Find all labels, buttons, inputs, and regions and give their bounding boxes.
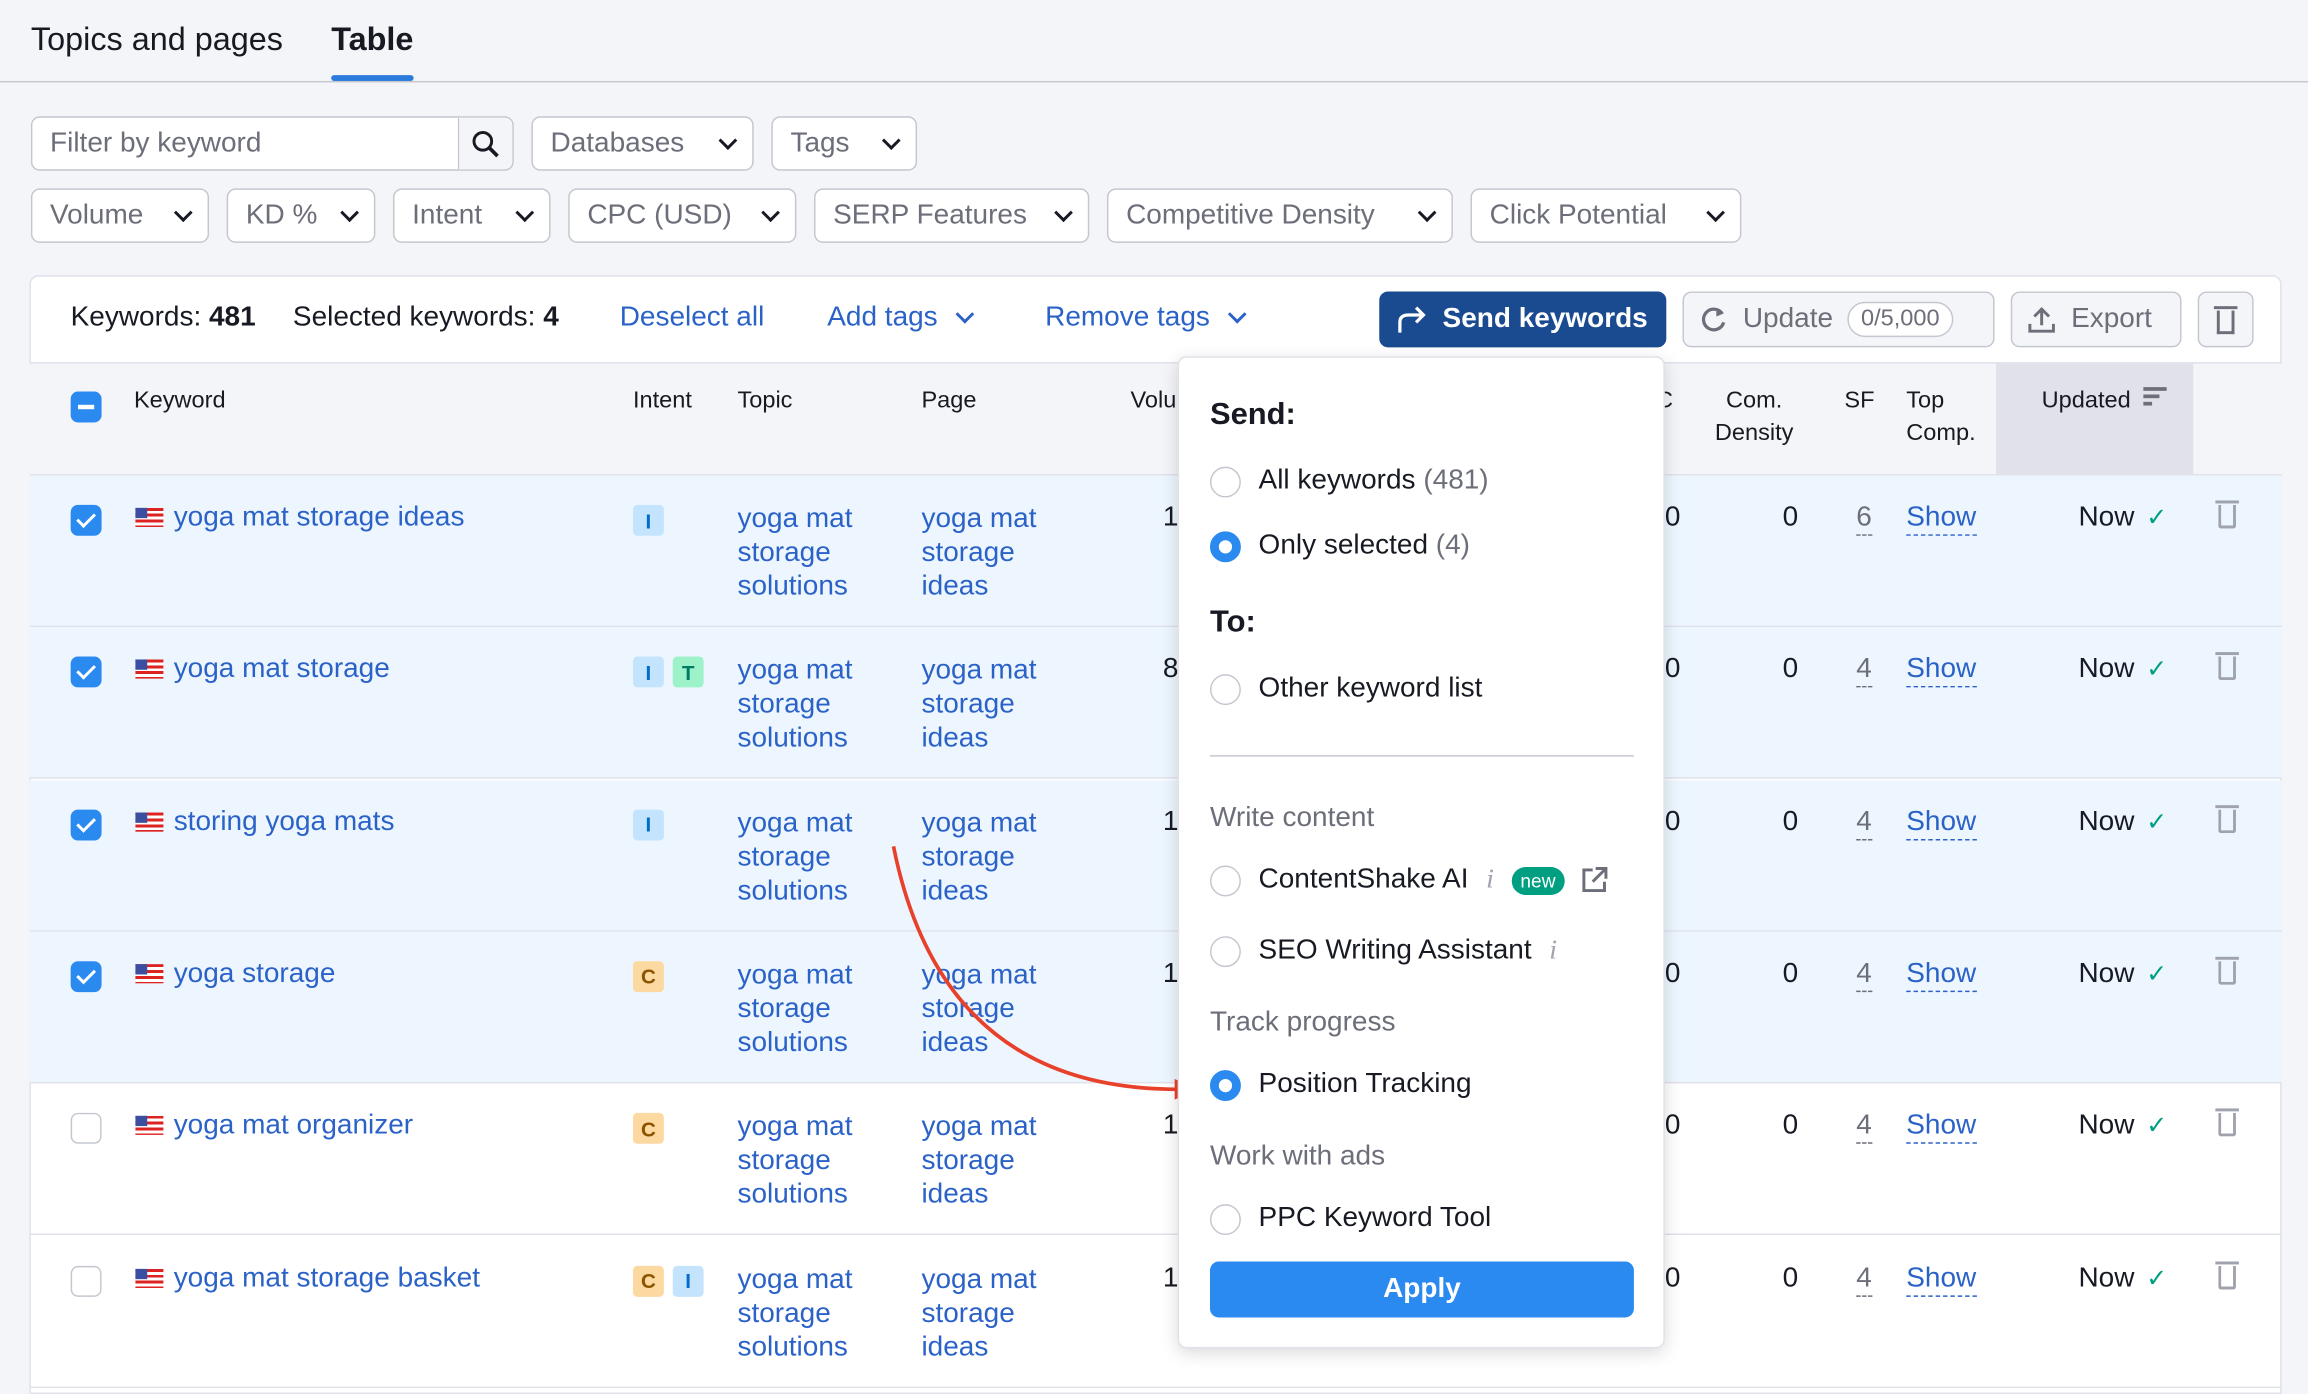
radio-button[interactable] (1209, 1069, 1241, 1101)
external-link-icon[interactable] (1579, 866, 1608, 895)
radio-button[interactable] (1209, 1203, 1241, 1235)
radio-button[interactable] (1209, 530, 1241, 562)
apply-button[interactable]: Apply (1209, 1261, 1634, 1318)
option-other-keyword-list[interactable]: Other keyword list (1209, 673, 1482, 705)
divider (1209, 755, 1634, 757)
work-with-ads-section: Work with ads (1209, 1140, 1386, 1172)
radio-button[interactable] (1209, 465, 1241, 497)
info-icon[interactable]: i (1549, 935, 1557, 967)
radio-button[interactable] (1209, 935, 1241, 967)
option-contentshake-ai[interactable]: ContentShake AI i new (1209, 864, 1609, 896)
option-all-keywords[interactable]: All keywords (481) (1209, 465, 1489, 497)
option-only-selected[interactable]: Only selected (4) (1209, 530, 1470, 562)
radio-button[interactable] (1209, 864, 1241, 896)
new-badge: new (1511, 866, 1565, 895)
send-heading: Send: (1209, 397, 1296, 432)
annotation-arrow (891, 846, 1199, 1100)
track-progress-section: Track progress (1209, 1006, 1396, 1038)
option-ppc-keyword-tool[interactable]: PPC Keyword Tool (1209, 1203, 1491, 1235)
to-heading: To: (1209, 604, 1256, 639)
option-seo-writing-assistant[interactable]: SEO Writing Assistant i (1209, 935, 1557, 967)
info-icon[interactable]: i (1486, 864, 1494, 896)
send-keywords-dropdown: Send: All keywords (481) Only selected (… (1177, 356, 1665, 1349)
option-position-tracking[interactable]: Position Tracking (1209, 1069, 1472, 1101)
radio-button[interactable] (1209, 673, 1241, 705)
write-content-section: Write content (1209, 802, 1375, 834)
